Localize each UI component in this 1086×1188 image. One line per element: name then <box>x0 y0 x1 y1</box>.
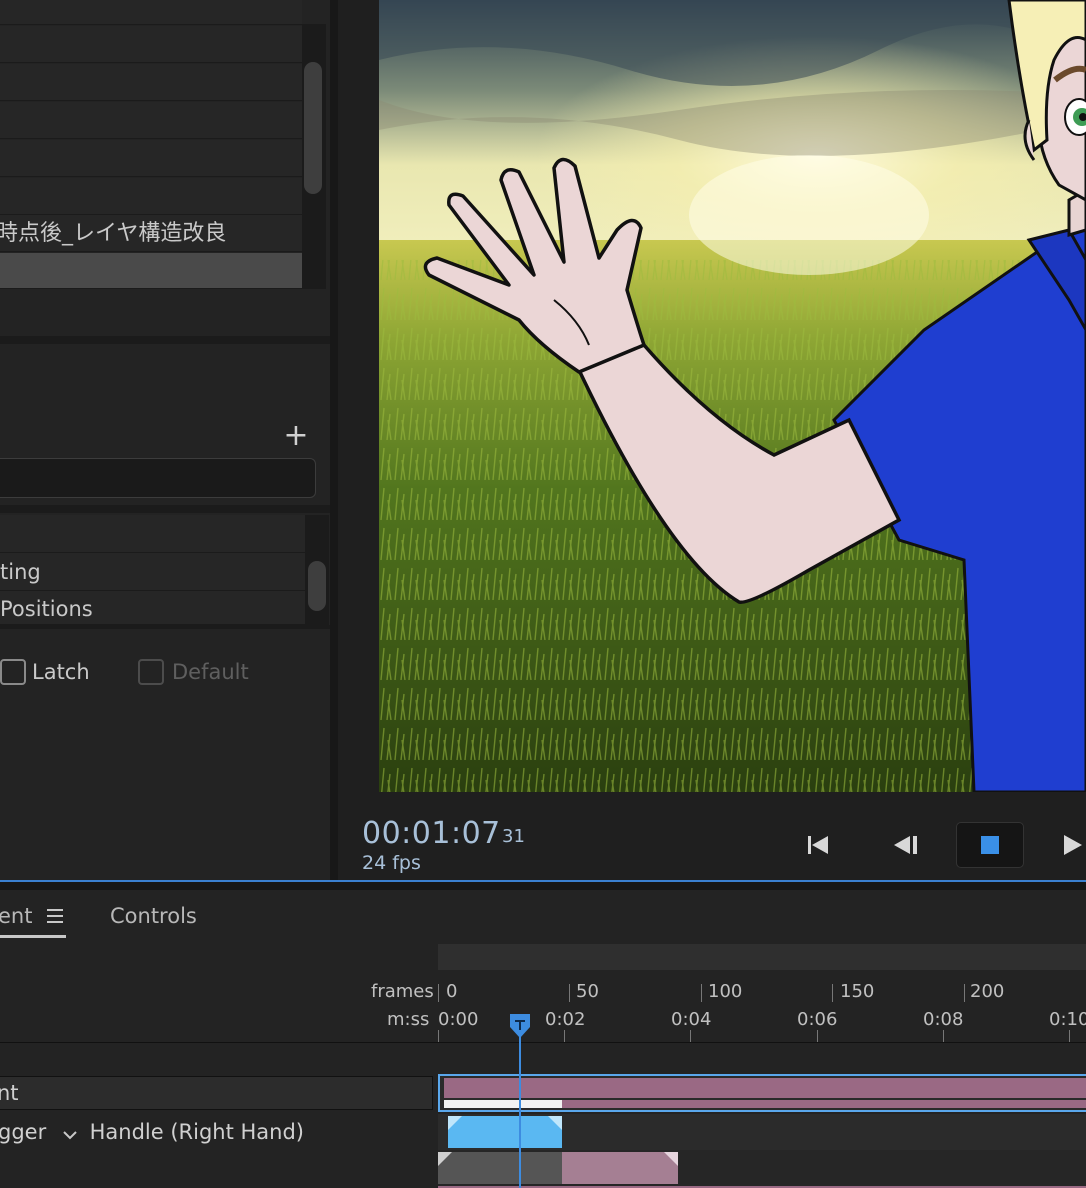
scene-artwork <box>379 0 1086 792</box>
panel-separator[interactable] <box>0 880 1086 890</box>
default-label: Default <box>172 660 249 684</box>
behavior-list-item[interactable]: Positions <box>0 591 305 625</box>
track-lane[interactable] <box>438 1114 1086 1150</box>
tab-controls[interactable]: Controls <box>110 902 197 930</box>
playhead-handle-icon[interactable] <box>509 1013 531 1039</box>
project-list-item[interactable] <box>0 0 302 25</box>
latch-label: Latch <box>32 660 90 684</box>
left-panel: 時点後_レイヤ構造改良 + ting Positions Latch Defau… <box>0 0 330 880</box>
timecode-display: 00:01:07 <box>362 816 501 851</box>
scene-panel: 00:01:07 31 24 fps <box>338 0 1086 880</box>
timeline-panel: ent Controls frames m:ss 0 50 100 150 20… <box>0 890 1086 1188</box>
project-list-item-label: 時点後_レイヤ構造改良 <box>0 221 227 246</box>
track-lane-selected[interactable] <box>438 1074 1086 1112</box>
chevron-down-icon[interactable] <box>63 1115 77 1151</box>
behavior-list-item-label: ting <box>0 560 41 584</box>
scene-canvas[interactable] <box>379 0 1086 792</box>
ruler-tick <box>1069 1030 1070 1042</box>
clip-corner-marks <box>664 1152 678 1166</box>
time-tick-label: 0:04 <box>671 1009 712 1030</box>
track-lane[interactable] <box>438 1150 1086 1188</box>
frame-tick-label: 200 <box>970 981 1005 1002</box>
behavior-search-input[interactable] <box>0 458 316 498</box>
fps-display: 24 fps <box>362 852 421 874</box>
track-name[interactable]: nt <box>0 1076 433 1110</box>
project-list-scrollbar[interactable] <box>302 24 326 289</box>
go-to-start-button[interactable] <box>800 822 836 868</box>
panel-divider <box>0 505 330 513</box>
project-list-item[interactable] <box>0 102 302 139</box>
ruler-tick <box>438 984 439 1002</box>
project-list-item[interactable]: 時点後_レイヤ構造改良 <box>0 215 302 252</box>
time-tick-label: 0:08 <box>923 1009 964 1030</box>
plus-icon: + <box>283 418 309 453</box>
behavior-list-item-label: Positions <box>0 597 93 621</box>
ruler-separator <box>0 1042 1086 1043</box>
frame-tick-label: 100 <box>708 981 743 1002</box>
frame-number: 31 <box>502 826 525 847</box>
stop-icon <box>981 836 999 854</box>
ruler-tick <box>832 984 833 1002</box>
project-list-item[interactable] <box>0 64 302 101</box>
time-ruler-label: m:ss <box>387 1009 430 1030</box>
panel-divider <box>0 625 330 629</box>
panel-divider <box>0 336 330 344</box>
ruler-tick <box>943 1030 944 1042</box>
trigger-clip[interactable] <box>448 1116 562 1148</box>
ruler-tick <box>569 984 570 1002</box>
stop-button[interactable] <box>956 822 1024 868</box>
latch-checkbox[interactable] <box>0 659 26 685</box>
ruler-tick <box>964 984 965 1002</box>
behavior-list-scrollbar[interactable] <box>305 515 329 625</box>
active-tab-indicator <box>0 935 66 938</box>
add-behavior-button[interactable]: + <box>283 421 309 451</box>
frames-ruler-label: frames <box>371 981 434 1002</box>
track-name-label: nt <box>0 1081 19 1105</box>
project-list-item[interactable] <box>0 26 302 63</box>
project-list-item[interactable] <box>0 140 302 177</box>
ruler-tick <box>438 1030 439 1042</box>
ruler-tick <box>690 1030 691 1042</box>
playhead-line[interactable] <box>519 1020 521 1188</box>
step-back-icon <box>894 836 917 854</box>
ruler-tick <box>817 1030 818 1042</box>
ruler-tick <box>701 984 702 1002</box>
clip-corner-marks <box>448 1116 562 1130</box>
skip-to-start-icon <box>808 836 828 854</box>
pink-clip[interactable] <box>562 1152 678 1184</box>
project-list-item-selected[interactable] <box>0 253 302 289</box>
time-tick-label: 0:00 <box>438 1009 479 1030</box>
gray-clip[interactable] <box>438 1152 562 1184</box>
tab-timeline[interactable]: ent <box>0 902 32 930</box>
clip-range-indicator <box>444 1100 562 1108</box>
time-tick-label: 0:06 <box>797 1009 838 1030</box>
behavior-list-item[interactable] <box>0 515 305 553</box>
ruler-tick <box>564 1030 565 1042</box>
handle-label: Handle (Right Hand) <box>89 1120 304 1144</box>
time-tick-label: 0:02 <box>545 1009 586 1030</box>
default-checkbox[interactable] <box>138 659 164 685</box>
behavior-list-item[interactable]: ting <box>0 553 305 591</box>
hamburger-menu-icon[interactable] <box>47 909 63 923</box>
timeline-work-area-bar[interactable] <box>438 944 1086 970</box>
track-name-label: gger <box>0 1120 47 1144</box>
time-tick-label: 0:10 <box>1049 1009 1086 1030</box>
track-row[interactable] <box>0 1150 1086 1188</box>
frame-tick-label: 0 <box>446 981 458 1002</box>
project-list-scroll-thumb[interactable] <box>304 62 322 194</box>
step-back-button[interactable] <box>886 822 926 868</box>
clip-corner-marks <box>438 1152 452 1166</box>
frame-tick-label: 150 <box>840 981 875 1002</box>
puppet-clip[interactable] <box>444 1078 1086 1098</box>
clip-range-tail <box>562 1100 1086 1108</box>
track-row[interactable]: nt <box>0 1074 1086 1112</box>
project-list-item[interactable] <box>0 178 302 215</box>
track-row[interactable]: gger Handle (Right Hand) <box>0 1114 1086 1150</box>
behavior-list-scroll-thumb[interactable] <box>308 561 326 611</box>
play-button[interactable] <box>1056 822 1086 868</box>
panel-splitter[interactable] <box>330 0 338 880</box>
frame-tick-label: 50 <box>576 981 599 1002</box>
play-icon <box>1064 835 1082 855</box>
trigger-track-header[interactable]: gger Handle (Right Hand) <box>0 1114 304 1151</box>
